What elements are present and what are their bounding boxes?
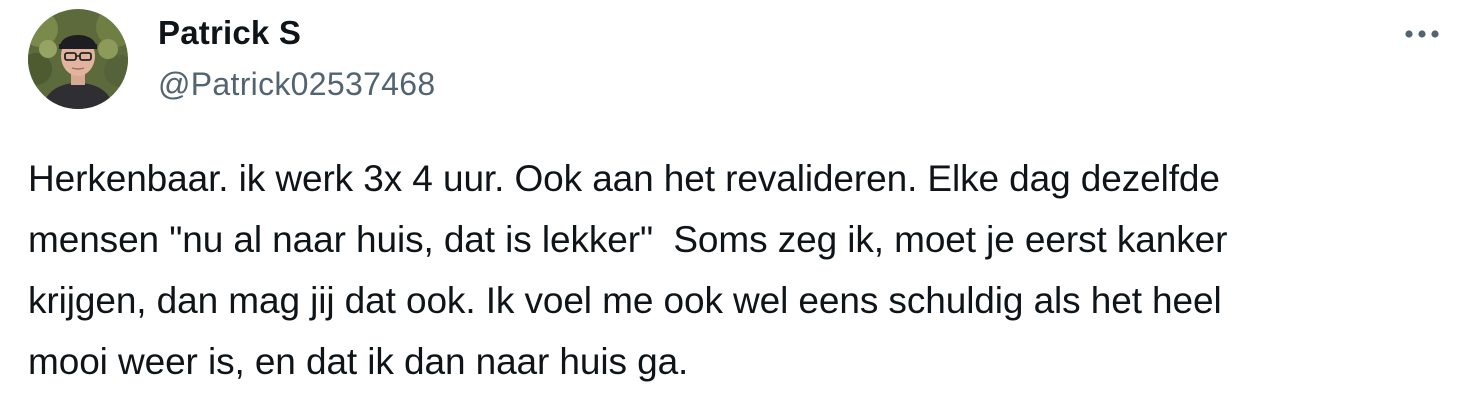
avatar[interactable] [28,9,128,109]
more-options-button[interactable] [1400,18,1444,50]
more-horizontal-icon [1405,30,1439,38]
author-display-name[interactable]: Patrick S [158,14,301,52]
tweet-card: Patrick S @Patrick02537468 Herkenbaar. i… [0,0,1460,408]
tweet-text: Herkenbaar. ik werk 3x 4 uur. Ook aan he… [28,158,1228,382]
author-handle[interactable]: @Patrick02537468 [158,66,435,103]
profile-photo-icon [28,9,128,109]
